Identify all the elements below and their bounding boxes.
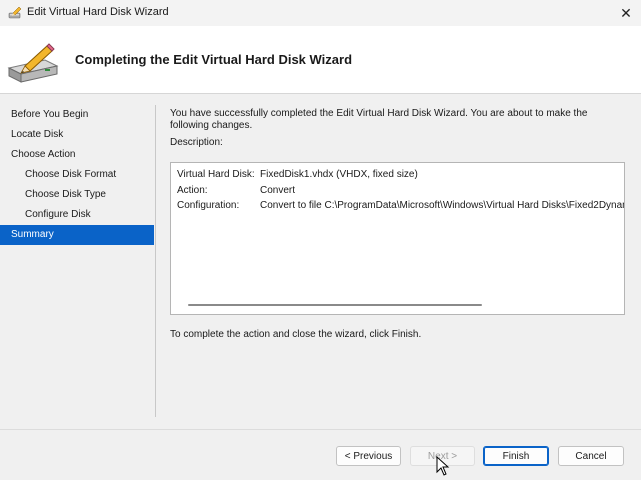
nav-item-configure-disk[interactable]: Configure Disk [0,205,154,225]
nav-item-choose-disk-type[interactable]: Choose Disk Type [0,185,154,205]
description-box[interactable]: Virtual Hard Disk: FixedDisk1.vhdx (VHDX… [170,162,625,315]
description-table: Virtual Hard Disk: FixedDisk1.vhdx (VHDX… [177,167,625,214]
description-row: Configuration: Convert to file C:\Progra… [177,198,625,214]
previous-button[interactable]: < Previous [336,446,401,466]
description-key: Virtual Hard Disk: [177,169,255,180]
description-row: Action: Convert [177,183,624,199]
horizontal-scrollbar[interactable] [188,304,482,306]
description-label: Description: [170,137,223,148]
description-value: FixedDisk1.vhdx (VHDX, fixed size) [260,169,418,180]
nav-item-choose-action[interactable]: Choose Action [0,145,154,165]
summary-content: You have successfully completed the Edit… [170,108,625,340]
description-value: Convert [260,184,296,196]
nav-divider [155,105,156,417]
wizard-header: Completing the Edit Virtual Hard Disk Wi… [0,26,641,94]
disk-pencil-icon [7,43,59,83]
nav-item-locate-disk[interactable]: Locate Disk [0,125,154,145]
finish-instruction: To complete the action and close the wiz… [170,329,422,340]
nav-item-summary[interactable]: Summary [0,225,154,245]
intro-text: You have successfully completed the Edit… [170,108,588,131]
mouse-cursor-icon [436,456,450,476]
close-button[interactable]: ✕ [611,0,641,26]
disk-pencil-icon [8,6,22,19]
description-row: Virtual Hard Disk: FixedDisk1.vhdx (VHDX… [177,167,624,183]
close-icon: ✕ [620,4,632,21]
description-key: Action: [177,184,208,196]
title-bar: Edit Virtual Hard Disk Wizard ✕ [0,0,641,26]
description-key: Configuration: [177,200,240,211]
finish-button[interactable]: Finish [483,446,549,466]
cancel-button[interactable]: Cancel [558,446,624,466]
wizard-body: Before You Begin Locate Disk Choose Acti… [0,95,641,429]
description-value: Convert to file C:\ProgramData\Microsoft… [260,200,625,211]
window-title: Edit Virtual Hard Disk Wizard [27,6,169,18]
page-title: Completing the Edit Virtual Hard Disk Wi… [75,52,353,67]
step-nav: Before You Begin Locate Disk Choose Acti… [0,105,154,245]
wizard-footer: < Previous Next > Finish Cancel [0,430,641,480]
nav-item-choose-disk-format[interactable]: Choose Disk Format [0,165,154,185]
nav-item-before-you-begin[interactable]: Before You Begin [0,105,154,125]
